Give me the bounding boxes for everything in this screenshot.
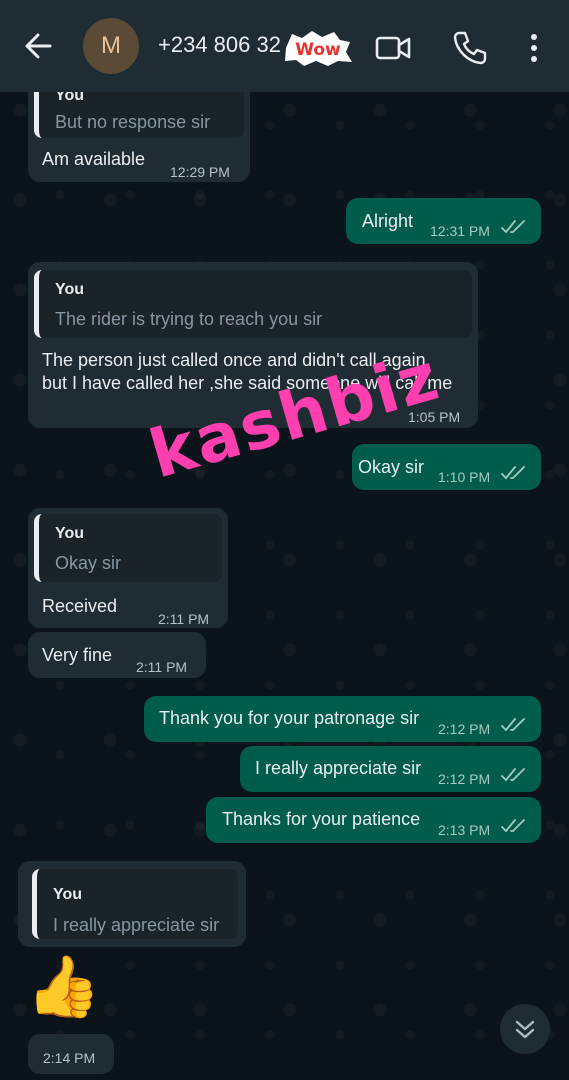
double-check-icon xyxy=(501,718,525,732)
emoji-time-badge: 2:14 PM xyxy=(28,1034,114,1074)
back-arrow-icon[interactable] xyxy=(20,26,56,66)
more-vertical-icon[interactable] xyxy=(514,28,554,68)
message-text: Thanks for your patience xyxy=(222,809,421,829)
message-text: Alright xyxy=(362,211,414,231)
message-text: Thank you for your patronage sir xyxy=(159,708,420,728)
thumbs-up-emoji[interactable]: 👍 xyxy=(26,952,101,1022)
quote-author: You xyxy=(53,886,83,903)
message-time: 12:29 PM xyxy=(170,164,230,180)
quoted-message[interactable]: You I really appreciate sir xyxy=(32,869,238,939)
message-text: Very fine xyxy=(42,645,113,665)
outgoing-message[interactable]: Thanks for your patience 2:13 PM xyxy=(206,797,541,843)
outgoing-message[interactable]: Alright 12:31 PM xyxy=(346,198,541,244)
message-time: 2:11 PM xyxy=(136,659,188,675)
double-check-icon xyxy=(501,466,525,480)
avatar[interactable]: M xyxy=(83,18,139,74)
message-time: 2:14 PM xyxy=(43,1050,96,1066)
quote-text: I really appreciate sir xyxy=(53,915,220,935)
quote-text: The rider is trying to reach you sir xyxy=(55,309,323,329)
quote-author: You xyxy=(55,281,85,298)
quoted-message[interactable]: You The rider is trying to reach you sir xyxy=(34,270,472,338)
message-text: Okay sir xyxy=(358,457,425,477)
double-check-icon xyxy=(501,220,525,234)
message-time: 2:13 PM xyxy=(438,822,491,838)
quote-text: Okay sir xyxy=(55,553,122,573)
message-text: Received xyxy=(42,596,118,616)
scroll-to-bottom-button[interactable] xyxy=(500,1004,550,1054)
message-time: 1:10 PM xyxy=(438,469,491,485)
message-time: 2:12 PM xyxy=(438,721,491,737)
video-call-icon[interactable] xyxy=(374,28,414,68)
quote-text: But no response sir xyxy=(55,112,211,132)
outgoing-message[interactable]: Okay sir 1:10 PM xyxy=(352,444,541,490)
wow-sticker-text: Wow xyxy=(295,40,341,60)
message-text: I really appreciate sir xyxy=(255,758,422,778)
double-chevron-down-icon xyxy=(515,1020,535,1039)
double-check-icon xyxy=(501,768,525,782)
quote-author: You xyxy=(55,525,85,542)
message-time: 12:31 PM xyxy=(430,223,490,239)
avatar-letter: M xyxy=(101,32,121,59)
voice-call-icon[interactable] xyxy=(450,28,490,68)
message-time: 2:11 PM xyxy=(158,611,210,627)
incoming-reply-quote[interactable]: You I really appreciate sir xyxy=(18,861,246,947)
double-check-icon xyxy=(501,819,525,833)
message-time: 2:12 PM xyxy=(438,771,491,787)
quoted-message[interactable]: You Okay sir xyxy=(34,514,222,582)
wow-sticker: Wow xyxy=(282,28,354,68)
incoming-message[interactable]: Very fine 2:11 PM xyxy=(28,632,206,678)
message-text: Am available xyxy=(42,149,146,169)
outgoing-message[interactable]: Thank you for your patronage sir 2:12 PM xyxy=(144,696,541,742)
chat-header: M +234 806 32 Wow xyxy=(0,0,569,92)
incoming-message[interactable]: You Okay sir Received 2:11 PM xyxy=(28,508,228,628)
outgoing-message[interactable]: I really appreciate sir 2:12 PM xyxy=(240,746,541,792)
